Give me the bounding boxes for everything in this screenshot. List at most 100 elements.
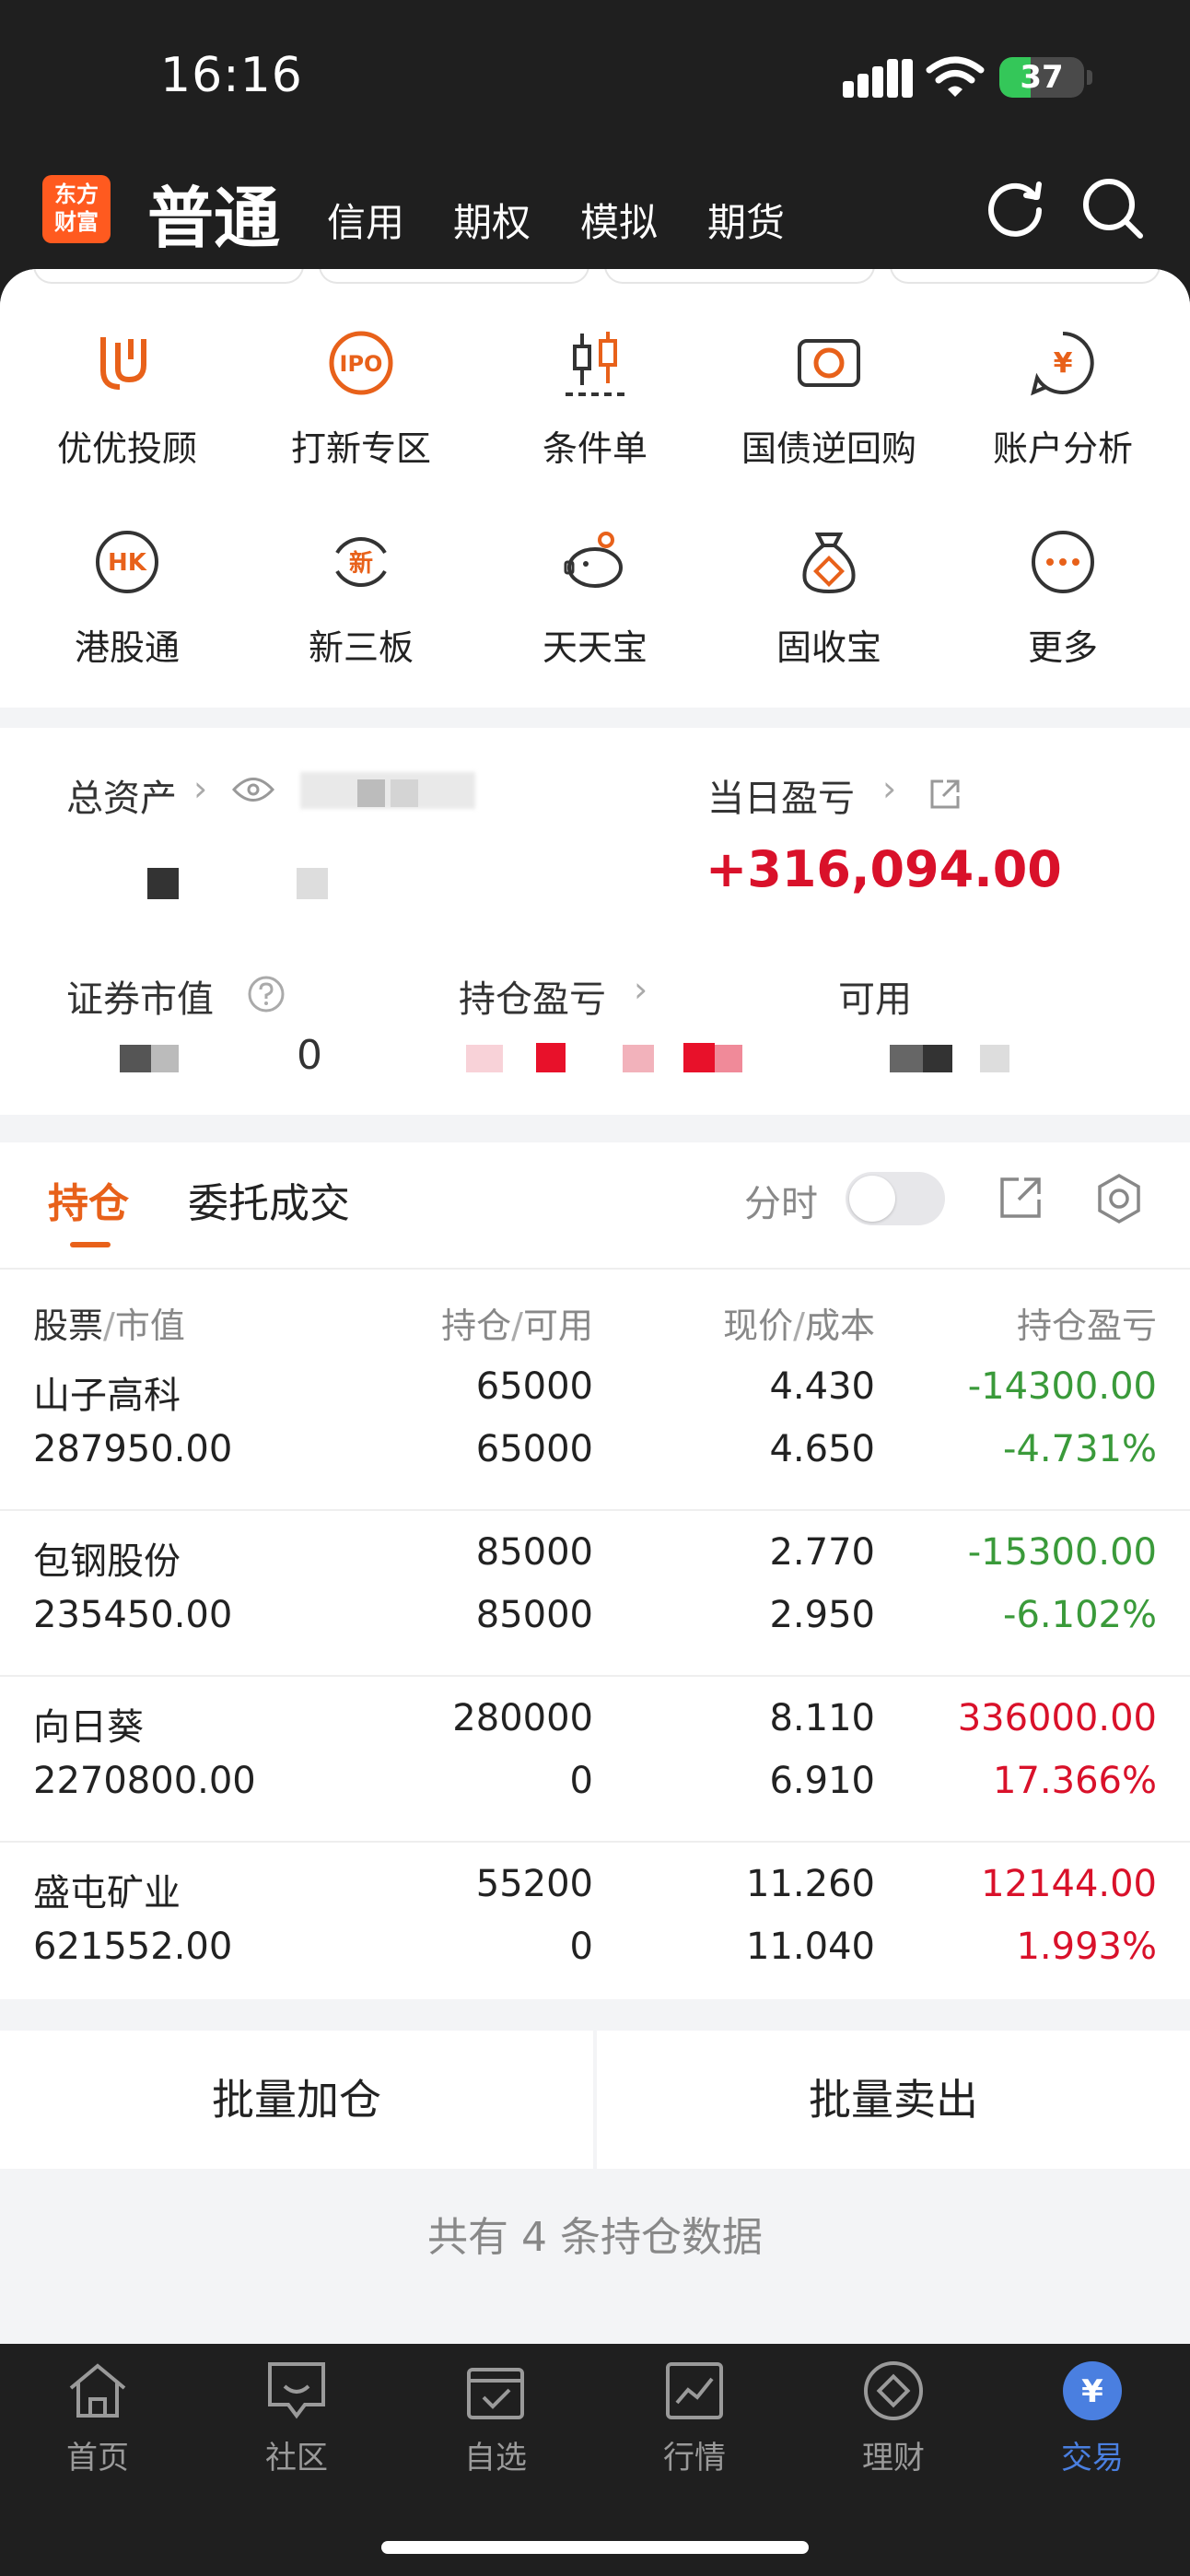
header-qty: 持仓 xyxy=(441,1306,512,1346)
market-value: 621552.00 xyxy=(33,1926,233,1968)
tab-orders[interactable]: 委托成交 xyxy=(188,1170,350,1229)
position-pnl: -14300.00 xyxy=(967,1365,1157,1408)
mask-block xyxy=(357,779,385,807)
available-label: 可用 xyxy=(838,978,912,1021)
header-stock-value: 股票/市值 xyxy=(33,1306,185,1346)
market-icon xyxy=(666,2362,723,2419)
intraday-toggle[interactable] xyxy=(846,1172,945,1225)
table-row[interactable]: 包钢股份 235450.00 85000 85000 2.770 2.950 -… xyxy=(0,1511,1190,1677)
feature-label: 港股通 xyxy=(74,627,180,668)
tab-simulation[interactable]: 模拟 xyxy=(580,192,658,248)
eye-icon[interactable] xyxy=(232,776,274,803)
holding-pnl-label[interactable]: 持仓盈亏 xyxy=(459,969,606,1023)
feature-label: 国债逆回购 xyxy=(741,428,916,469)
masked-total xyxy=(300,772,475,809)
mask-block xyxy=(147,868,179,899)
mask-block xyxy=(980,1045,1009,1072)
feature-label: 打新专区 xyxy=(290,428,431,469)
feature-bond-repo[interactable]: 国债逆回购 xyxy=(728,326,930,471)
nav-label: 首页 xyxy=(66,2440,129,2476)
daily-pnl-label[interactable]: 当日盈亏 xyxy=(707,768,855,822)
ipo-icon-text: IPO xyxy=(340,351,383,377)
help-icon[interactable] xyxy=(247,975,286,1013)
assets-card: 总资产 › 当日盈亏 › +316,094.00 证券市值 0 持仓盈亏 › 可… xyxy=(0,728,1190,1115)
home-icon xyxy=(69,2363,126,2418)
scroll-chip xyxy=(890,269,1161,284)
nav-watchlist[interactable]: 自选 xyxy=(422,2359,569,2477)
feature-conditional-order[interactable]: 条件单 xyxy=(494,326,696,471)
battery-icon: 37 xyxy=(999,57,1084,98)
nav-label: 交易 xyxy=(1061,2440,1124,2476)
stock-name: 包钢股份 xyxy=(33,1540,181,1583)
wealth-icon xyxy=(864,2361,923,2420)
position-pnl-pct: -4.731% xyxy=(1003,1428,1157,1470)
market-value: 2270800.00 xyxy=(33,1760,256,1802)
mask-block xyxy=(466,1045,503,1072)
nav-trade[interactable]: ¥ 交易 xyxy=(1019,2359,1166,2477)
table-row[interactable]: 向日葵 2270800.00 280000 0 8.110 6.910 3360… xyxy=(0,1677,1190,1843)
tab-normal[interactable]: 普通 xyxy=(147,164,280,261)
feature-neeq[interactable]: 新 新三板 xyxy=(260,525,462,670)
mask-block xyxy=(151,1045,179,1072)
refresh-icon[interactable] xyxy=(984,175,1048,240)
position-pnl: -15300.00 xyxy=(967,1531,1157,1574)
community-icon xyxy=(268,2362,325,2419)
feature-uu-advisor[interactable]: 优优投顾 xyxy=(26,326,228,471)
current-price: 11.260 xyxy=(746,1863,875,1905)
nav-label: 理财 xyxy=(862,2440,925,2476)
position-qty: 85000 xyxy=(475,1531,593,1574)
scroll-chip xyxy=(604,269,875,284)
feature-more[interactable]: 更多 xyxy=(962,525,1164,670)
header-market-value: 市值 xyxy=(114,1306,185,1346)
more-icon xyxy=(1032,531,1094,593)
nav-home[interactable]: 首页 xyxy=(24,2359,171,2477)
feature-label: 优优投顾 xyxy=(56,428,197,469)
tab-credit[interactable]: 信用 xyxy=(327,192,404,248)
neeq-icon: 新 xyxy=(335,536,387,588)
header-pnl: 持仓盈亏 xyxy=(1016,1306,1157,1346)
cost-price: 4.650 xyxy=(769,1428,875,1470)
tab-holdings[interactable]: 持仓 xyxy=(48,1170,129,1229)
logo-line2: 财富 xyxy=(54,209,99,235)
table-row[interactable]: 盛屯矿业 621552.00 55200 0 11.260 11.040 121… xyxy=(0,1843,1190,2008)
feature-hk-connect[interactable]: HK 港股通 xyxy=(26,525,228,670)
total-assets-label[interactable]: 总资产 xyxy=(66,768,177,822)
feature-label: 更多 xyxy=(1027,627,1098,668)
available-qty: 0 xyxy=(569,1926,593,1968)
position-pnl: 336000.00 xyxy=(957,1697,1157,1739)
mask-block xyxy=(715,1045,742,1072)
main-content: 优优投顾 IPO 打新专区 条件单 国债逆回购 ¥ 账户分析 HK 港股通 新 … xyxy=(0,269,1190,2344)
current-price: 8.110 xyxy=(769,1697,875,1739)
share-icon[interactable] xyxy=(928,778,962,811)
battery-tip xyxy=(1087,70,1092,85)
batch-sell-button[interactable]: 批量卖出 xyxy=(597,2031,1190,2169)
header-price-cost: 现价/成本 xyxy=(723,1306,875,1346)
divider xyxy=(0,1268,1190,1270)
positions-panel: 持仓 委托成交 分时 股票/市值 持仓/可用 现价/成本 持仓盈亏 山子高科 2… xyxy=(0,1142,1190,1999)
feature-tiantianbao[interactable]: 天天宝 xyxy=(494,525,696,670)
cost-price: 2.950 xyxy=(769,1594,875,1636)
mask-block xyxy=(391,779,418,807)
feature-label: 条件单 xyxy=(542,428,648,469)
current-price: 4.430 xyxy=(769,1365,875,1408)
nav-market[interactable]: 行情 xyxy=(621,2359,768,2477)
feature-gushoubao[interactable]: 固收宝 xyxy=(728,525,930,670)
search-icon[interactable] xyxy=(1079,175,1146,241)
feature-ipo[interactable]: IPO 打新专区 xyxy=(260,326,462,471)
export-icon[interactable] xyxy=(997,1174,1044,1222)
table-row[interactable]: 山子高科 287950.00 65000 65000 4.430 4.650 -… xyxy=(0,1345,1190,1511)
tab-options[interactable]: 期权 xyxy=(453,192,531,248)
nav-community[interactable]: 社区 xyxy=(223,2359,370,2477)
watchlist-icon xyxy=(467,2368,524,2419)
cost-price: 6.910 xyxy=(769,1760,875,1802)
mask-block xyxy=(120,1045,151,1072)
tab-futures[interactable]: 期货 xyxy=(707,192,785,248)
market-value: 287950.00 xyxy=(33,1428,233,1470)
position-pnl: 12144.00 xyxy=(981,1863,1157,1905)
batch-add-button[interactable]: 批量加仓 xyxy=(0,2031,593,2169)
nav-wealth[interactable]: 理财 xyxy=(820,2359,967,2477)
mask-block xyxy=(683,1043,715,1072)
settings-icon[interactable] xyxy=(1092,1172,1146,1225)
feature-account-analysis[interactable]: ¥ 账户分析 xyxy=(962,326,1164,471)
feature-grid: 优优投顾 IPO 打新专区 条件单 国债逆回购 ¥ 账户分析 HK 港股通 新 … xyxy=(0,269,1190,708)
